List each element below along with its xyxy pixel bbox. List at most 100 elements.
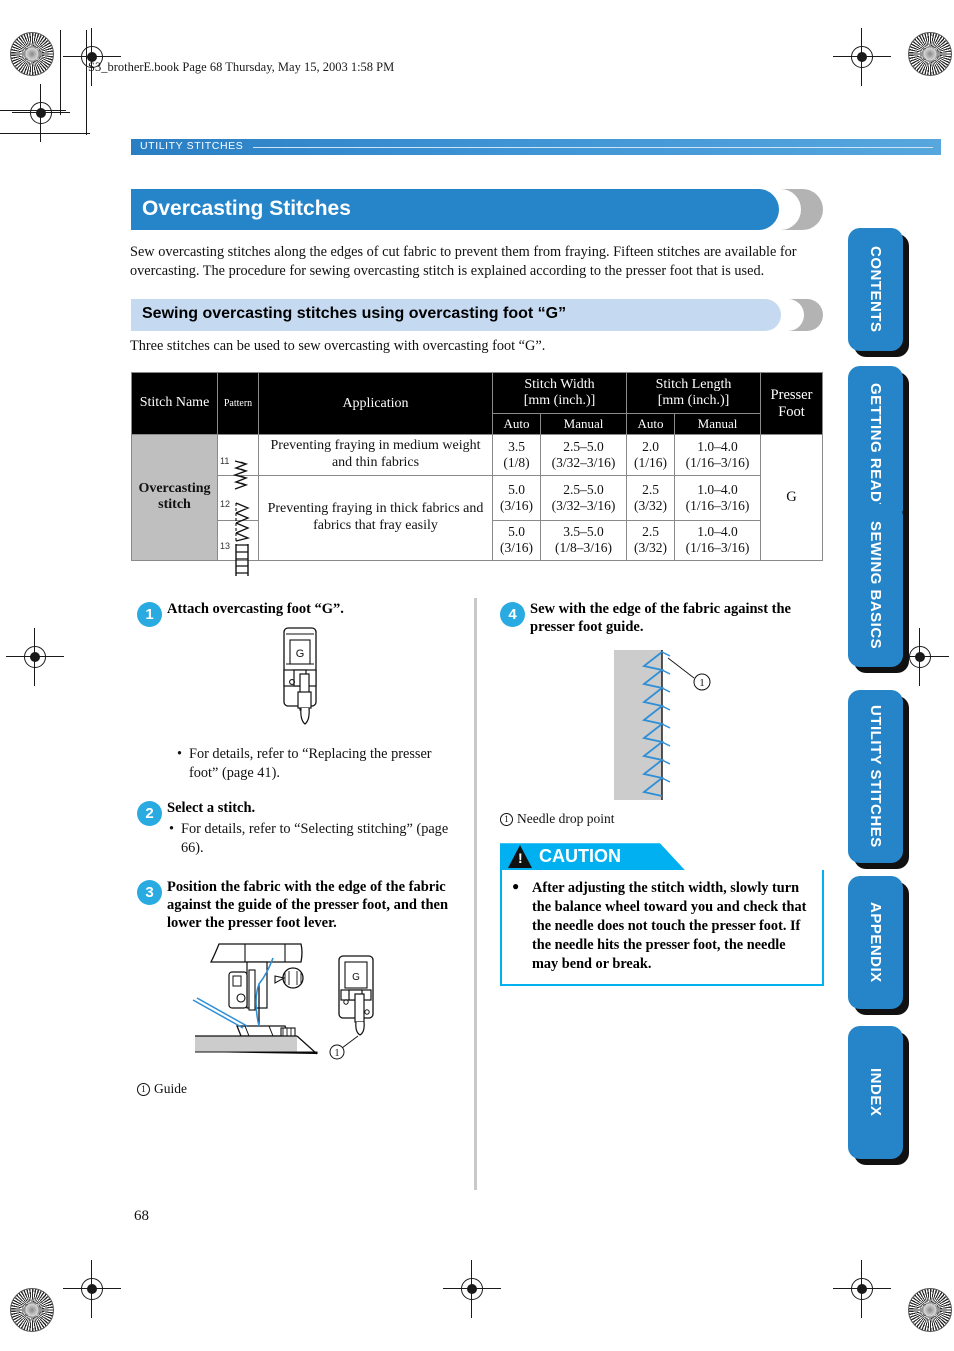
cell-length-manual-13: 1.0–4.0 (1/16–3/16) <box>674 519 761 561</box>
left-column: 1 Attach overcasting foot “G”. G For det… <box>137 600 462 1097</box>
step-1-bullets: For details, refer to “Replacing the pre… <box>175 745 462 782</box>
width-manual-mm-13: 3.5–5.0 <box>563 524 604 540</box>
sidebar-tab-utility-stitches[interactable]: UTILITY STITCHES <box>848 690 903 863</box>
file-header-text: S3_brotherE.book Page 68 Thursday, May 1… <box>88 60 395 74</box>
step-number-2: 2 <box>137 801 162 827</box>
table-body: Overcasting stitch 11 Preventing fraying… <box>131 434 823 577</box>
sidebar-tab-appendix[interactable]: APPENDIX <box>848 876 903 1009</box>
right-column: 4 Sew with the edge of the fabric agains… <box>500 600 824 987</box>
running-head-bar: UTILITY STITCHES <box>131 139 941 155</box>
th-presser-foot-line1: Presser <box>770 386 813 403</box>
registration-star-bottom-right <box>908 1288 952 1332</box>
running-head-rule <box>253 147 933 148</box>
length-auto-mm-12: 2.5 <box>642 481 659 497</box>
th-presser-foot: Presser Foot <box>760 372 823 435</box>
page-number: 68 <box>134 1208 149 1224</box>
subsection-header-bar: Sewing overcasting stitches using overca… <box>131 299 823 331</box>
subsection-heading: Sewing overcasting stitches using overca… <box>142 305 567 322</box>
width-auto-in-11: (1/8) <box>503 454 530 470</box>
pattern-number-11: 11 <box>220 455 230 466</box>
length-auto-mm-13: 2.5 <box>642 524 659 540</box>
sidebar-tab-contents[interactable]: CONTENTS <box>848 228 903 351</box>
caution-message: After adjusting the stitch width, slowly… <box>512 879 812 974</box>
page-title: Overcasting Stitches <box>142 197 351 220</box>
callout-number-needle-drop: 1 <box>500 813 513 827</box>
stitch-name-line2: stitch <box>158 497 191 513</box>
step-4-caption-text: Needle drop point <box>517 811 615 827</box>
width-manual-in-13: (1/8–3/16) <box>555 540 612 556</box>
column-divider <box>474 598 477 1190</box>
length-auto-in-13: (3/32) <box>634 540 667 556</box>
presser-foot-diagram: G <box>282 627 317 725</box>
length-manual-in-11: (1/16–3/16) <box>685 454 750 470</box>
sidebar-tab-label: APPENDIX <box>867 902 884 983</box>
cell-width-manual-13: 3.5–5.0 (1/8–3/16) <box>540 519 627 561</box>
callout-number-guide: 1 <box>137 1082 150 1096</box>
th-stitch-length-unit: [mm (inch.)] <box>657 393 730 408</box>
chapter-title-bar: Overcasting Stitches <box>131 189 823 230</box>
step-3-heading: Position the fabric with the edge of the… <box>167 878 449 931</box>
crosshair-middle-right <box>891 628 949 686</box>
width-manual-mm-11: 2.5–5.0 <box>563 438 604 454</box>
width-manual-mm-12: 2.5–5.0 <box>563 481 604 497</box>
caution-body: After adjusting the stitch width, slowly… <box>500 870 824 987</box>
svg-text:1: 1 <box>699 677 705 689</box>
length-manual-mm-13: 1.0–4.0 <box>697 524 738 540</box>
width-manual-in-12: (3/32–3/16) <box>551 497 616 513</box>
sidebar-tab-sewing-basics[interactable]: SEWING BASICS <box>848 504 903 667</box>
table-head: Stitch Name Pattern Application Stitch W… <box>131 372 823 435</box>
registration-star-top-right <box>908 32 952 76</box>
length-auto-in-12: (3/32) <box>634 497 667 513</box>
stitch-specification-table: Stitch Name Pattern Application Stitch W… <box>131 372 823 577</box>
th-length-manual: Manual <box>674 413 761 435</box>
crosshair-top-center <box>833 28 891 86</box>
exclamation-mark-icon: ! <box>518 850 523 867</box>
width-auto-in-13: (3/16) <box>500 540 533 556</box>
length-manual-in-13: (1/16–3/16) <box>685 540 750 556</box>
step-1-bullet: For details, refer to “Replacing the pre… <box>175 745 462 782</box>
sidebar-tab-label: UTILITY STITCHES <box>867 705 884 848</box>
length-auto-in-11: (1/16) <box>634 454 667 470</box>
svg-text:G: G <box>295 648 304 660</box>
sewing-machine-diagram: G 1 <box>192 943 374 1060</box>
step-4-heading: Sew with the edge of the fabric against … <box>530 601 791 636</box>
step-4: 4 Sew with the edge of the fabric agains… <box>500 600 824 636</box>
step-1-heading: Attach overcasting foot “G”. <box>167 601 344 617</box>
cell-length-manual-11: 1.0–4.0 (1/16–3/16) <box>674 434 761 476</box>
th-stitch-width-unit: [mm (inch.)] <box>523 393 596 408</box>
cell-pattern-11: 11 <box>217 434 259 490</box>
length-manual-in-12: (1/16–3/16) <box>685 497 750 513</box>
width-auto-mm-12: 5.0 <box>508 481 525 497</box>
width-auto-mm-13: 5.0 <box>508 524 525 540</box>
th-stitch-width-label: Stitch Width <box>524 377 595 392</box>
subsection-note: Three stitches can be used to sew overca… <box>130 338 546 354</box>
step-number-1: 1 <box>137 602 162 627</box>
cell-width-manual-11: 2.5–5.0 (3/32–3/16) <box>540 434 627 476</box>
step-3-caption-text: Guide <box>154 1080 187 1096</box>
cell-width-auto-13: 5.0 (3/16) <box>492 519 541 561</box>
step-4-figure-caption: 1 Needle drop point <box>500 811 824 827</box>
caution-box: ! CAUTION After adjusting the stitch wid… <box>500 843 824 987</box>
svg-text:G: G <box>352 972 360 983</box>
cell-application-11: Preventing fraying in medium weight and … <box>258 434 493 476</box>
machine-sewing-figure: G 1 <box>189 940 462 1075</box>
crosshair-bottom-left <box>63 1260 121 1318</box>
th-stitch-name: Stitch Name <box>131 372 218 435</box>
th-stitch-length-label: Stitch Length <box>655 377 732 392</box>
cell-application-12: Preventing fraying in thick fabrics and … <box>258 474 493 561</box>
table-header-row: Stitch Name Pattern Application Stitch W… <box>131 372 823 435</box>
th-pattern: Pattern <box>217 372 259 435</box>
pattern-number-13: 13 <box>220 541 231 552</box>
sidebar-tab-index[interactable]: INDEX <box>848 1026 903 1159</box>
cell-width-auto-11: 3.5 (1/8) <box>492 434 541 476</box>
th-application: Application <box>258 372 493 435</box>
step-3-figure-caption: 1 Guide <box>137 1081 462 1097</box>
stitch-pattern-icon-13 <box>235 544 249 577</box>
caution-header: ! CAUTION <box>500 843 824 871</box>
pattern-number-12: 12 <box>220 498 231 509</box>
table-row: Overcasting stitch 11 Preventing fraying… <box>131 434 823 561</box>
cell-stitch-name: Overcasting stitch <box>131 434 218 561</box>
th-stitch-width: Stitch Width [mm (inch.)] <box>492 372 627 414</box>
step-2-bullet: For details, refer to “Selecting stitchi… <box>167 820 462 857</box>
length-manual-mm-11: 1.0–4.0 <box>697 438 738 454</box>
